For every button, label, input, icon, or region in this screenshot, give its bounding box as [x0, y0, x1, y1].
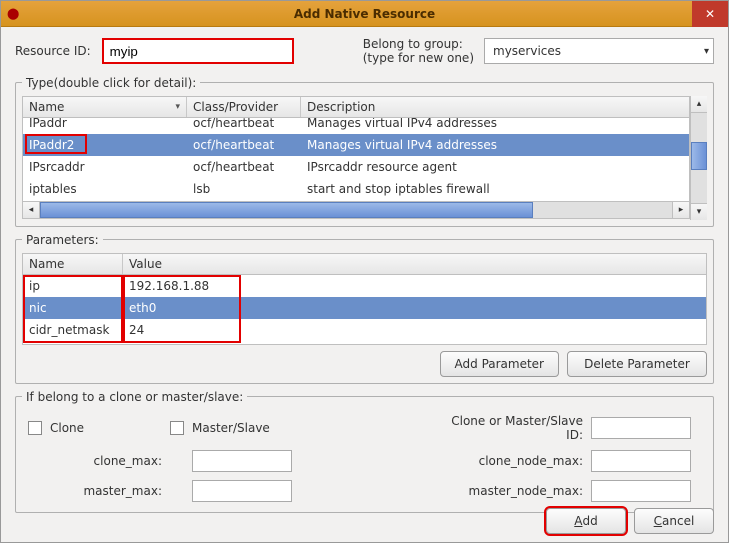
type-col-desc[interactable]: Description [301, 97, 689, 117]
clone-id-label: Clone or Master/Slave ID: [441, 414, 591, 442]
top-row: Resource ID: Belong to group: (type for … [15, 37, 714, 66]
clone-checkbox[interactable] [28, 421, 42, 435]
cancel-button[interactable]: Cancel [634, 508, 714, 534]
chevron-down-icon: ▾ [175, 102, 180, 112]
master-max-input[interactable] [192, 480, 292, 502]
param-col-name[interactable]: Name [23, 254, 123, 274]
add-parameter-button[interactable]: Add Parameter [440, 351, 559, 377]
window-title: Add Native Resource [294, 7, 435, 21]
parameters-fieldset: Parameters: Name Value ip 192.168.1.88 n… [15, 233, 714, 384]
type-col-class[interactable]: Class/Provider [187, 97, 301, 117]
h-scrollbar[interactable]: ◂ ▸ [22, 202, 690, 219]
table-row[interactable]: iptables lsb start and stop iptables fir… [23, 178, 689, 200]
table-row[interactable]: nic eth0 [23, 297, 706, 319]
clone-legend: If belong to a clone or master/slave: [22, 390, 247, 404]
param-grid-header: Name Value [22, 253, 707, 275]
belong-group-label-2: (type for new one) [363, 51, 474, 65]
table-row[interactable]: IPaddr ocf/heartbeat Manages virtual IPv… [23, 118, 689, 134]
clone-node-max-label: clone_node_max: [441, 454, 591, 468]
master-max-label: master_max: [50, 484, 170, 498]
scroll-right-icon[interactable]: ▸ [672, 202, 689, 218]
close-icon[interactable]: ✕ [692, 1, 728, 27]
group-combobox[interactable]: myservices ▾ [484, 38, 714, 64]
clone-id-input[interactable] [591, 417, 691, 439]
delete-parameter-button[interactable]: Delete Parameter [567, 351, 707, 377]
type-grid-header: Name ▾ Class/Provider Description [22, 96, 690, 118]
master-slave-checkbox[interactable] [170, 421, 184, 435]
add-button[interactable]: Add [546, 508, 626, 534]
group-combobox-value: myservices [493, 44, 561, 58]
scroll-thumb[interactable] [691, 142, 707, 170]
titlebar: ⬤ Add Native Resource ✕ [1, 1, 728, 27]
clone-max-label: clone_max: [50, 454, 170, 468]
table-row[interactable]: IPaddr2 ocf/heartbeat Manages virtual IP… [23, 134, 689, 156]
scroll-up-icon[interactable]: ▴ [691, 96, 707, 113]
type-col-name[interactable]: Name ▾ [23, 97, 187, 117]
scroll-left-icon[interactable]: ◂ [23, 202, 40, 218]
resource-id-label: Resource ID: [15, 44, 91, 58]
v-scrollbar[interactable]: ▴ ▾ [690, 96, 707, 220]
parameters-legend: Parameters: [22, 233, 103, 247]
master-node-max-input[interactable] [591, 480, 691, 502]
dialog-window: ⬤ Add Native Resource ✕ Resource ID: Bel… [0, 0, 729, 543]
type-legend: Type(double click for detail): [22, 76, 200, 90]
scroll-thumb[interactable] [40, 202, 533, 218]
type-grid-body[interactable]: IPaddr ocf/heartbeat Manages virtual IPv… [22, 118, 690, 202]
table-row[interactable]: IPsrcaddr ocf/heartbeat IPsrcaddr resour… [23, 156, 689, 178]
clone-max-input[interactable] [192, 450, 292, 472]
clone-fieldset: If belong to a clone or master/slave: Cl… [15, 390, 714, 513]
master-node-max-label: master_node_max: [441, 484, 591, 498]
clone-node-max-input[interactable] [591, 450, 691, 472]
type-fieldset: Type(double click for detail): Name ▾ Cl… [15, 76, 714, 227]
app-icon: ⬤ [7, 7, 19, 20]
scroll-down-icon[interactable]: ▾ [691, 203, 707, 220]
param-grid-body[interactable]: ip 192.168.1.88 nic eth0 cidr_netmask 24 [22, 275, 707, 345]
master-slave-label: Master/Slave [192, 421, 322, 435]
belong-group-label: Belong to group: (type for new one) [363, 37, 474, 66]
table-row[interactable]: cidr_netmask 24 [23, 319, 706, 341]
belong-group-label-1: Belong to group: [363, 37, 474, 51]
clone-label: Clone [50, 421, 170, 435]
param-col-value[interactable]: Value [123, 254, 706, 274]
resource-id-input[interactable] [103, 39, 293, 63]
chevron-down-icon: ▾ [704, 46, 709, 57]
table-row[interactable]: ip 192.168.1.88 [23, 275, 706, 297]
